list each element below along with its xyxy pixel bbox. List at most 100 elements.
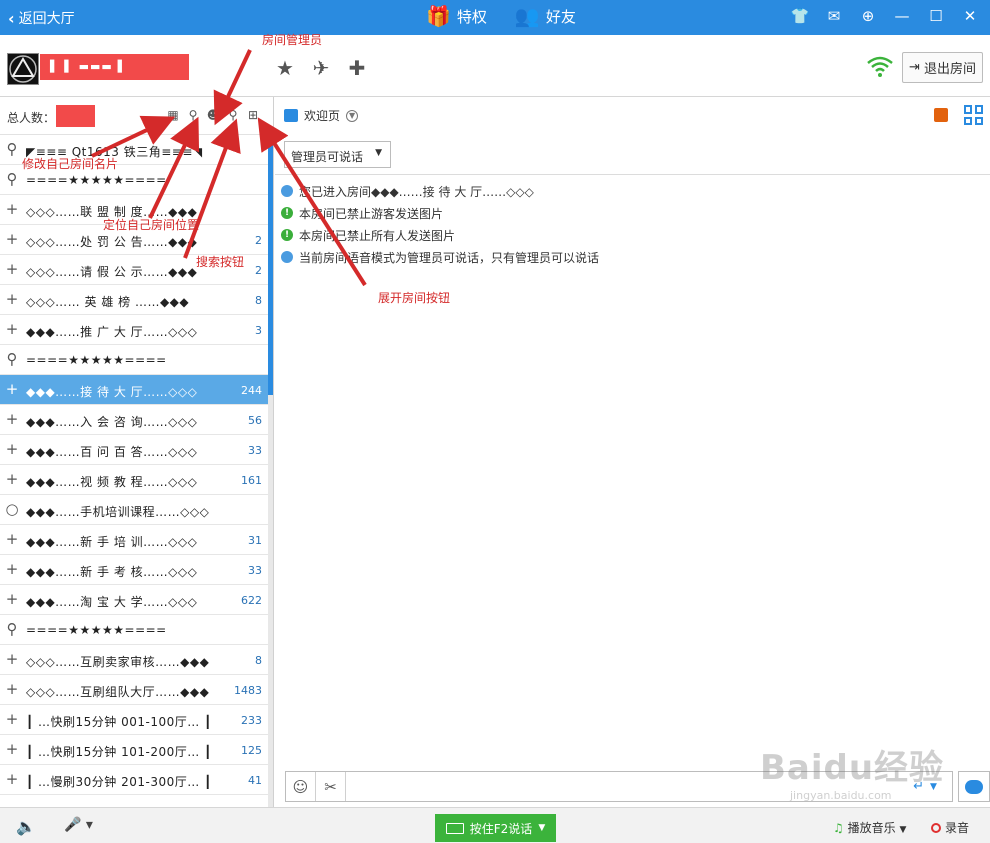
- room-row[interactable]: + ◆◆◆……推 广 大 厅……◇◇◇ 3: [0, 315, 268, 345]
- add-user-icon[interactable]: ✚: [346, 56, 368, 80]
- room-row[interactable]: ○ ◆◆◆……手机培训课程……◇◇◇: [0, 495, 268, 525]
- room-row[interactable]: ⚲ ====★★★★★====: [0, 615, 268, 645]
- room-row[interactable]: ⚲ ====★★★★★====: [0, 345, 268, 375]
- speaker-icon[interactable]: 🔈: [16, 817, 36, 836]
- star-icon[interactable]: ★: [274, 56, 296, 80]
- play-music-button[interactable]: ♫ 播放音乐 ▼: [833, 819, 906, 836]
- room-list-toolbar: 总人数： ▦ ⚲ ☻ ⚲ ⊞: [0, 97, 273, 135]
- room-admin-icon[interactable]: ☻: [206, 108, 220, 122]
- room-list-panel: 总人数： ▦ ⚲ ☻ ⚲ ⊞ ⚲ ◤≡≡≡ Qt1613 铁三角≡≡≡◥ ⚲ ====…: [0, 97, 274, 807]
- exit-room-label: 退出房间: [923, 62, 976, 77]
- room-name: ◇◇◇…… 英 雄 榜 ……◆◆◆: [26, 295, 190, 309]
- room-row[interactable]: + ◇◇◇…… 英 雄 榜 ……◆◆◆ 8: [0, 285, 268, 315]
- room-row[interactable]: + ◆◆◆……新 手 考 核……◇◇◇ 33: [0, 555, 268, 585]
- arrow-circle-icon[interactable]: ⊕: [858, 7, 878, 25]
- microphone-icon[interactable]: 🎤 ▾: [64, 817, 93, 833]
- app-store-icon[interactable]: [934, 108, 948, 122]
- room-row[interactable]: + ┃ …快刷15分钟 101-200厅… ┃ 125: [0, 735, 268, 765]
- room-count: 33: [248, 444, 262, 457]
- room-name: ◇◇◇……互刷卖家审核……◆◆◆: [26, 655, 210, 669]
- scrollbar-thumb[interactable]: [268, 135, 273, 395]
- avatar[interactable]: [7, 53, 39, 85]
- bottom-bar: 🔈 🎤 ▾ 按住F2说话 ▼ ♫ 播放音乐 ▼ 录音: [0, 807, 990, 843]
- room-name: ◆◆◆……淘 宝 大 学……◇◇◇: [26, 595, 198, 609]
- wifi-icon: [867, 56, 893, 77]
- scissors-icon: ✂: [324, 777, 337, 796]
- room-row[interactable]: + ◆◆◆……视 频 教 程……◇◇◇ 161: [0, 465, 268, 495]
- record-button[interactable]: 录音: [931, 819, 969, 836]
- plus-icon: +: [5, 650, 19, 668]
- plus-icon: +: [5, 470, 19, 488]
- welcome-icon: [284, 109, 298, 122]
- expand-room-icon[interactable]: ⊞: [246, 108, 260, 122]
- triangle-logo-icon: [9, 55, 37, 83]
- voice-mode-value: 管理员可说话: [291, 150, 364, 164]
- room-name: ====★★★★★====: [26, 173, 167, 187]
- system-message: 您已进入房间◆◆◆……接 待 大 厅……◇◇◇: [281, 180, 599, 202]
- room-count: 33: [248, 564, 262, 577]
- grid-apps-icon[interactable]: [964, 105, 984, 125]
- plus-icon: +: [5, 710, 19, 728]
- gift-icon: 🎁: [426, 4, 451, 28]
- room-row[interactable]: + ◆◆◆……新 手 培 训……◇◇◇ 31: [0, 525, 268, 555]
- voice-mode-select[interactable]: 管理员可说话 ▼: [284, 141, 391, 168]
- chat-tools: [934, 105, 984, 125]
- room-row[interactable]: + ◇◇◇……互刷卖家审核……◆◆◆ 8: [0, 645, 268, 675]
- plus-icon: +: [5, 260, 19, 278]
- plus-icon: +: [5, 290, 19, 308]
- maximize-icon[interactable]: ☐: [926, 7, 946, 25]
- room-name: ┃ …快刷15分钟 001-100厅… ┃: [26, 715, 212, 729]
- room-name: ◆◆◆……推 广 大 厅……◇◇◇: [26, 325, 198, 339]
- location-pin-icon[interactable]: ⚲: [186, 108, 200, 122]
- close-icon[interactable]: ✕: [960, 7, 980, 25]
- plus-icon: +: [5, 530, 19, 548]
- room-name: ◆◆◆……入 会 咨 询……◇◇◇: [26, 415, 198, 429]
- room-row[interactable]: + ◆◆◆……淘 宝 大 学……◇◇◇ 622: [0, 585, 268, 615]
- room-row[interactable]: + ┃ …慢刷30分钟 201-300厅… ┃ 41: [0, 765, 268, 795]
- chevron-down-icon: ▼: [538, 823, 546, 833]
- watermark-url: jingyan.baidu.com: [790, 789, 892, 802]
- chevron-down-icon: ▼: [899, 825, 907, 835]
- plus-icon: +: [5, 770, 19, 788]
- annotation-search: 搜索按钮: [196, 255, 245, 269]
- screenshot-button[interactable]: ✂: [316, 772, 346, 801]
- name-card-icon[interactable]: ▦: [166, 108, 180, 122]
- room-name: ┃ …快刷15分钟 101-200厅… ┃: [26, 745, 212, 759]
- room-row[interactable]: + ◇◇◇……互刷组队大厅……◆◆◆ 1483: [0, 675, 268, 705]
- chat-bubble-button[interactable]: [958, 771, 990, 802]
- message-icon[interactable]: ✉: [824, 7, 844, 25]
- play-music-label: 播放音乐: [847, 821, 896, 835]
- back-to-lobby-button[interactable]: ‹ 返回大厅: [8, 8, 75, 28]
- plane-icon[interactable]: ✈: [310, 56, 332, 80]
- room-row[interactable]: + ◆◆◆……接 待 大 厅……◇◇◇ 244: [0, 375, 268, 405]
- keyboard-icon: [445, 822, 464, 834]
- search-icon[interactable]: ⚲: [226, 108, 240, 122]
- annotation-room-admin: 房间管理员: [262, 33, 323, 47]
- tab-privilege[interactable]: 🎁 特权: [426, 4, 487, 28]
- room-list-scrollbar[interactable]: [268, 135, 273, 807]
- room-row[interactable]: + ◆◆◆……百 问 百 答……◇◇◇ 33: [0, 435, 268, 465]
- watermark-brand: Baidu经验: [760, 748, 945, 788]
- title-tabs: 🎁 特权 👥 好友: [426, 4, 576, 28]
- minimize-icon[interactable]: —: [892, 7, 912, 25]
- push-to-talk-button[interactable]: 按住F2说话 ▼: [435, 814, 556, 842]
- watermark: Baidu经验 jingyan.baidu.com: [760, 740, 950, 802]
- shirt-icon[interactable]: 👕: [790, 7, 810, 25]
- room-count: 56: [248, 414, 262, 427]
- room-count: 8: [255, 294, 262, 307]
- room-name: ┃ …慢刷30分钟 201-300厅… ┃: [26, 775, 212, 789]
- window-controls: 👕 ✉ ⊕ — ☐ ✕: [790, 7, 980, 25]
- tab-welcome[interactable]: 欢迎页 ▼: [284, 107, 359, 124]
- emoji-button[interactable]: ☺: [286, 772, 316, 801]
- system-message: ! 本房间已禁止所有人发送图片: [281, 224, 599, 246]
- room-count: 2: [255, 264, 262, 277]
- room-row[interactable]: + ┃ …快刷15分钟 001-100厅… ┃ 233: [0, 705, 268, 735]
- room-count: 125: [241, 744, 262, 757]
- tab-friends[interactable]: 👥 好友: [515, 4, 576, 28]
- key-icon: ⚲: [6, 620, 18, 638]
- room-row[interactable]: + ◆◆◆……入 会 咨 询……◇◇◇ 56: [0, 405, 268, 435]
- plus-icon: +: [5, 320, 19, 338]
- room-name: ====★★★★★====: [26, 353, 167, 367]
- exit-room-button[interactable]: ⇥ 退出房间: [902, 52, 983, 83]
- chevron-down-icon[interactable]: ▼: [346, 109, 359, 122]
